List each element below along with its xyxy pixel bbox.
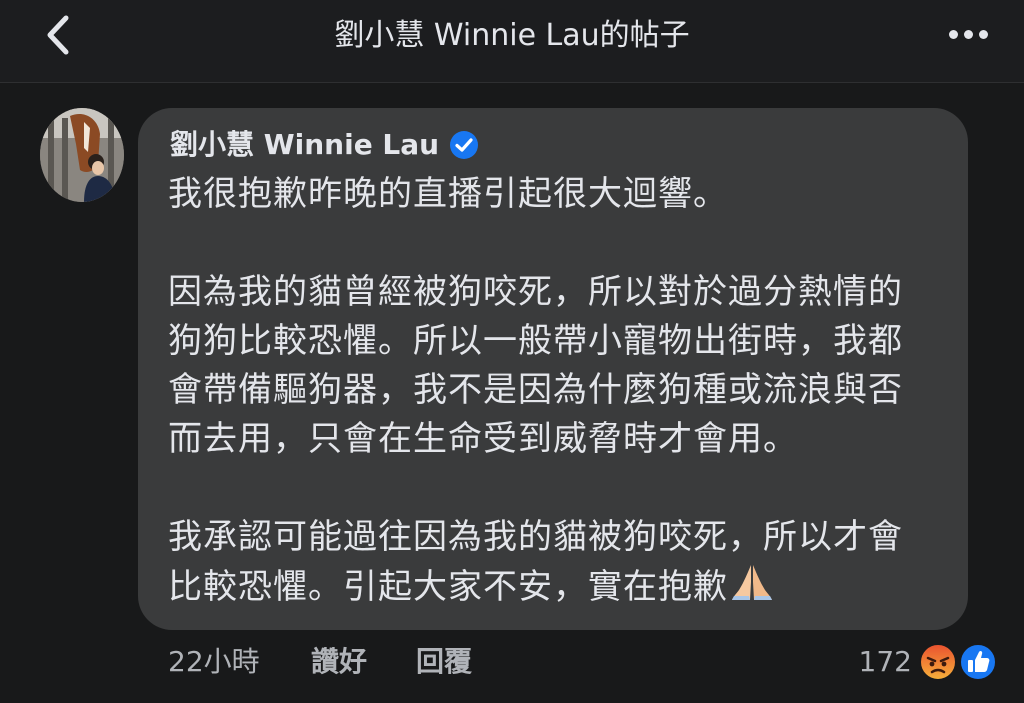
- comment-line: 我很抱歉昨晚的直播引起很大迴響。: [168, 174, 728, 214]
- like-button[interactable]: 讚好: [311, 640, 367, 684]
- reply-button[interactable]: 回覆: [416, 640, 472, 684]
- comment-line: 我承認可能過往因為我的貓被狗咬死，所以才會: [168, 517, 903, 557]
- back-button[interactable]: [30, 12, 86, 58]
- author-name[interactable]: 劉小慧 Winnie Lau: [170, 124, 439, 166]
- comment-text: 我很抱歉昨晚的直播引起很大迴響。 因為我的貓曾經被狗咬死，所以對於過分熱情的 狗…: [168, 170, 948, 616]
- comment-line: 而去用，只會在生命受到威脅時才會用。: [168, 419, 798, 459]
- angry-reaction-icon[interactable]: [918, 642, 958, 682]
- top-bar: 劉小慧 Winnie Lau的帖子: [0, 0, 1024, 83]
- folded-hands-icon: [730, 562, 774, 616]
- comment-line: 會帶備驅狗器，我不是因為什麼狗種或流浪與否: [168, 370, 903, 410]
- more-horizontal-icon: [948, 29, 958, 39]
- more-options-button[interactable]: [930, 14, 1006, 54]
- page-title: 劉小慧 Winnie Lau的帖子: [334, 18, 690, 53]
- chevron-left-icon: [47, 15, 69, 55]
- comment-header: 劉小慧 Winnie Lau: [170, 124, 479, 166]
- comment-line: 狗狗比較恐懼。所以一般帶小寵物出街時，我都: [168, 321, 903, 361]
- comment-line-text: 比較恐懼。引起大家不安，實在抱歉: [168, 567, 728, 607]
- verified-badge-icon: [449, 130, 479, 160]
- comment-line: 因為我的貓曾經被狗咬死，所以對於過分熱情的: [168, 272, 903, 312]
- timestamp[interactable]: 22小時: [168, 640, 260, 684]
- like-reaction-icon[interactable]: [958, 642, 998, 682]
- comment-line-last: 比較恐懼。引起大家不安，實在抱歉: [168, 562, 948, 616]
- reaction-count[interactable]: 172: [856, 640, 912, 684]
- avatar[interactable]: [40, 108, 124, 202]
